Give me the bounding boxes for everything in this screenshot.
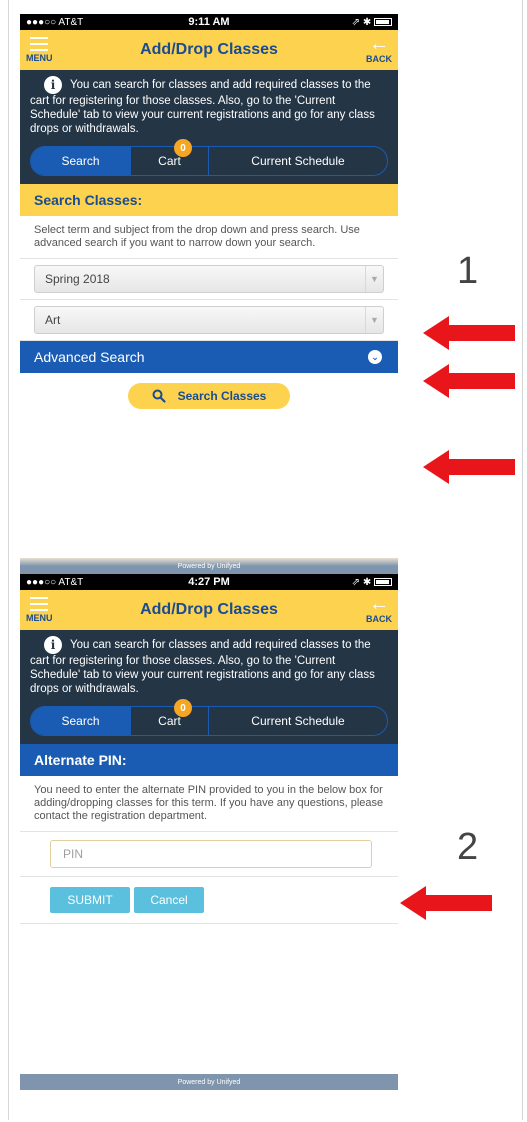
footer: Powered by Unifyed bbox=[20, 558, 398, 574]
menu-button[interactable]: MENU bbox=[26, 597, 53, 623]
advanced-search-label: Advanced Search bbox=[34, 349, 145, 365]
tab-current-schedule[interactable]: Current Schedule bbox=[209, 707, 387, 735]
info-icon: i bbox=[44, 76, 62, 94]
tab-cart-label: Cart bbox=[158, 714, 181, 728]
tab-cart-label: Cart bbox=[158, 154, 181, 168]
back-arrow-icon: ← bbox=[369, 593, 389, 615]
status-bar: ●●●○○ AT&T 9:11 AM ⇗ ✱ bbox=[20, 14, 398, 30]
carrier-label: ●●●○○ AT&T bbox=[26, 576, 84, 588]
pin-input[interactable] bbox=[50, 840, 372, 868]
info-panel: i You can search for classes and add requ… bbox=[20, 70, 398, 184]
info-icon: i bbox=[44, 636, 62, 654]
cart-count-badge: 0 bbox=[174, 699, 192, 717]
pin-description: You need to enter the alternate PIN prov… bbox=[20, 776, 398, 832]
tab-bar: Search Cart 0 Current Schedule bbox=[30, 139, 388, 176]
nav-bar: MENU Add/Drop Classes ← BACK bbox=[20, 590, 398, 630]
info-text: You can search for classes and add requi… bbox=[30, 79, 375, 135]
hamburger-icon bbox=[30, 597, 49, 611]
tab-cart[interactable]: Cart 0 bbox=[131, 139, 209, 175]
back-label: BACK bbox=[366, 614, 392, 624]
search-classes-label: Search Classes bbox=[177, 389, 267, 403]
subject-select-value: Art bbox=[45, 313, 61, 327]
status-icons: ⇗ ✱ bbox=[351, 576, 372, 588]
search-icon bbox=[152, 389, 166, 403]
back-arrow-icon: ← bbox=[369, 33, 389, 55]
advanced-search-toggle[interactable]: Advanced Search ⌄ bbox=[20, 341, 398, 373]
back-button[interactable]: ← BACK bbox=[366, 593, 392, 624]
chevron-down-icon: ▼ bbox=[365, 307, 383, 333]
status-bar: ●●●○○ AT&T 4:27 PM ⇗ ✱ bbox=[20, 574, 398, 590]
page-title: Add/Drop Classes bbox=[140, 601, 278, 618]
menu-label: MENU bbox=[26, 613, 53, 623]
term-select-value: Spring 2018 bbox=[45, 272, 110, 286]
chevron-circle-down-icon: ⌄ bbox=[368, 350, 382, 364]
menu-label: MENU bbox=[26, 53, 53, 63]
menu-button[interactable]: MENU bbox=[26, 37, 53, 63]
red-arrow-icon bbox=[423, 364, 515, 398]
tab-search[interactable]: Search bbox=[31, 147, 131, 175]
nav-bar: MENU Add/Drop Classes ← BACK bbox=[20, 30, 398, 70]
subject-select[interactable]: Art ▼ bbox=[34, 306, 384, 334]
status-icons: ⇗ ✱ bbox=[351, 16, 372, 28]
footer: Powered by Unifyed bbox=[20, 1074, 398, 1090]
red-arrow-icon bbox=[423, 316, 515, 350]
battery-icon bbox=[374, 17, 392, 26]
tab-search[interactable]: Search bbox=[31, 707, 131, 735]
cancel-button[interactable]: Cancel bbox=[134, 887, 204, 913]
info-text: You can search for classes and add requi… bbox=[30, 639, 375, 695]
screenshot-search-classes: ●●●○○ AT&T 9:11 AM ⇗ ✱ MENU Add/Drop Cla… bbox=[20, 14, 398, 574]
step-number-2: 2 bbox=[457, 826, 479, 868]
red-arrow-icon bbox=[400, 886, 492, 920]
tab-bar: Search Cart 0 Current Schedule bbox=[30, 699, 388, 736]
tab-current-schedule[interactable]: Current Schedule bbox=[209, 147, 387, 175]
hamburger-icon bbox=[30, 37, 49, 51]
search-description: Select term and subject from the drop do… bbox=[20, 216, 398, 259]
red-arrow-icon bbox=[423, 450, 515, 484]
section-header: Search Classes: bbox=[20, 184, 398, 216]
submit-button[interactable]: SUBMIT bbox=[50, 887, 130, 913]
term-select[interactable]: Spring 2018 ▼ bbox=[34, 265, 384, 293]
back-label: BACK bbox=[366, 54, 392, 64]
carrier-label: ●●●○○ AT&T bbox=[26, 16, 84, 28]
screenshot-alternate-pin: ●●●○○ AT&T 4:27 PM ⇗ ✱ MENU Add/Drop Cla… bbox=[20, 574, 398, 1090]
search-classes-button[interactable]: Search Classes bbox=[128, 383, 290, 409]
back-button[interactable]: ← BACK bbox=[366, 33, 392, 64]
tab-cart[interactable]: Cart 0 bbox=[131, 699, 209, 735]
battery-icon bbox=[374, 577, 392, 586]
section-header: Alternate PIN: bbox=[20, 744, 398, 776]
cart-count-badge: 0 bbox=[174, 139, 192, 157]
step-number-1: 1 bbox=[457, 250, 479, 292]
page-title: Add/Drop Classes bbox=[140, 41, 278, 58]
info-panel: i You can search for classes and add requ… bbox=[20, 630, 398, 744]
chevron-down-icon: ▼ bbox=[365, 266, 383, 292]
